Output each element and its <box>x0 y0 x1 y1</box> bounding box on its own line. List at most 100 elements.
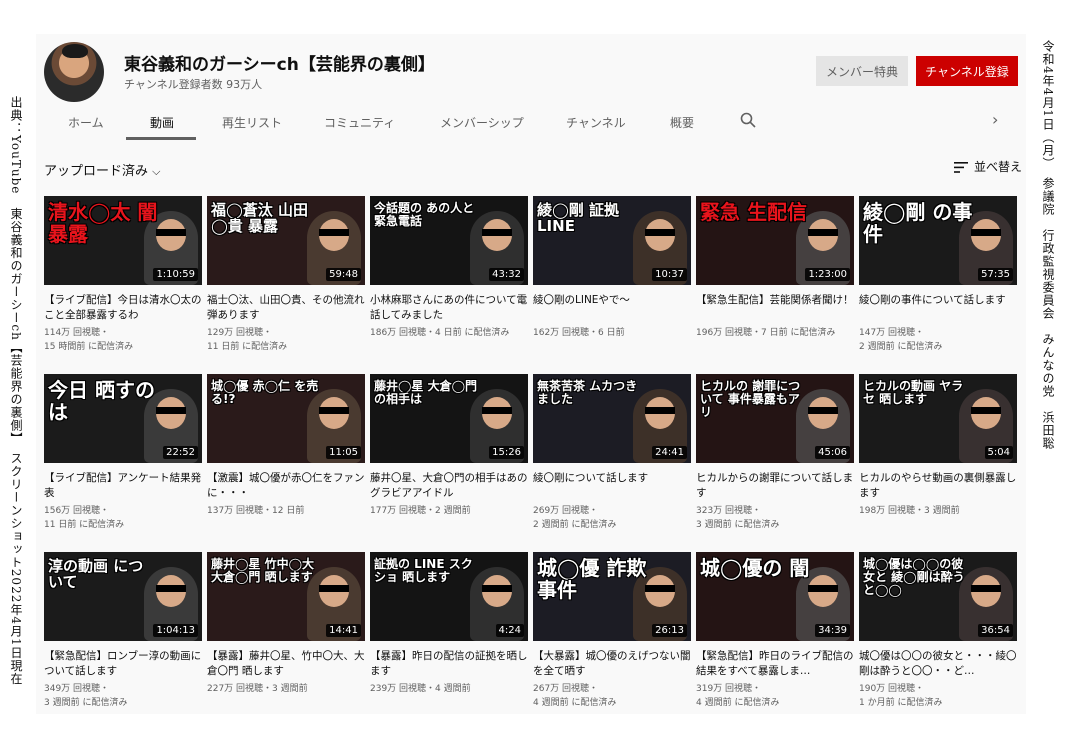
thumbnail-caption: 淳の動画 について <box>48 557 144 592</box>
video-card[interactable]: ヒカルの動画 ヤラセ 晒します 5:04 ヒカルのやらせ動画の裏側暴露します 198万… <box>859 374 1017 518</box>
video-views: 323万 回視聴・ <box>696 506 762 516</box>
video-title[interactable]: 【ライブ配信】今日は清水〇太のこと全部暴露するわ <box>44 293 202 323</box>
membership-button[interactable]: メンバー特典 <box>816 56 908 86</box>
video-views: 186万 回視聴・4 日前 に配信済み <box>370 328 510 338</box>
video-thumbnail[interactable]: 清水◯太 闇暴露 1:10:59 <box>44 196 202 285</box>
video-card[interactable]: 綾◯剛 証拠LINE 10:37 綾〇剛のLINEやで〜 162万 回視聴・6 日前 <box>533 196 691 340</box>
upload-filter-dropdown[interactable]: アップロード済み ⌵ <box>44 160 161 179</box>
channel-title: 東谷義和のガーシーch【芸能界の裏側】 <box>124 55 435 75</box>
video-card[interactable]: 藤井◯星 大倉◯門 の相手は 15:26 藤井〇星、大倉〇門の相手はあのグラビアアイ… <box>370 374 528 518</box>
video-title[interactable]: 【緊急生配信】芸能関係者聞け！ <box>696 293 854 323</box>
video-duration: 1:10:59 <box>153 268 198 281</box>
video-thumbnail[interactable]: ヒカルの動画 ヤラセ 晒します 5:04 <box>859 374 1017 463</box>
video-title[interactable]: 綾〇剛のLINEやで〜 <box>533 293 691 323</box>
video-views: 227万 回視聴・3 週間前 <box>207 684 308 694</box>
video-metadata: 349万 回視聴・ 3 週間前 に配信済み <box>44 682 202 711</box>
video-title[interactable]: 【大暴露】城〇優のえげつない闇を全て晒す <box>533 649 691 679</box>
tab-membership[interactable]: メンバーシップ <box>440 114 524 131</box>
video-age: 3 週間前 に配信済み <box>44 698 128 709</box>
video-views: 267万 回視聴・ <box>533 684 599 694</box>
tab-channels[interactable]: チャンネル <box>566 114 626 131</box>
video-title[interactable]: 綾〇剛の事件について話します <box>859 293 1017 323</box>
video-card[interactable]: 今日 晒すのは 22:52 【ライブ配信】アンケート結果発表 156万 回視聴・ 11 … <box>44 374 202 533</box>
video-card[interactable]: 証拠の LINE スクショ 晒します 4:24 【暴露】昨日の配信の証拠を晒します 2… <box>370 552 528 696</box>
video-duration: 24:41 <box>652 446 687 459</box>
video-thumbnail[interactable]: 綾◯剛 証拠LINE 10:37 <box>533 196 691 285</box>
video-views: 198万 回視聴・3 週間前 <box>859 506 960 516</box>
video-metadata: 114万 回視聴・ 15 時間前 に配信済み <box>44 326 202 355</box>
video-views: 319万 回視聴・ <box>696 684 762 694</box>
video-thumbnail[interactable]: 城◯優 赤◯仁 を売る!? 11:05 <box>207 374 365 463</box>
video-title[interactable]: 小林麻耶さんにあの件について電話してみました <box>370 293 528 323</box>
video-card[interactable]: 城◯優 赤◯仁 を売る!? 11:05 【激震】城〇優が赤〇仁をファンに・・・ 137… <box>207 374 365 518</box>
video-thumbnail[interactable]: 今話題の あの人と 緊急電話 43:32 <box>370 196 528 285</box>
video-thumbnail[interactable]: 証拠の LINE スクショ 晒します 4:24 <box>370 552 528 641</box>
video-duration: 11:05 <box>326 446 361 459</box>
video-card[interactable]: 藤井◯星 竹中◯大 大倉◯門 晒します 14:41 【暴露】藤井〇星、竹中〇大、大倉… <box>207 552 365 696</box>
video-thumbnail[interactable]: 無茶苦茶 ムカつき ました 24:41 <box>533 374 691 463</box>
video-thumbnail[interactable]: 城◯優の 闇 34:39 <box>696 552 854 641</box>
video-card[interactable]: 城◯優の 闇 34:39 【緊急配信】昨日のライブ配信の結果をすべて暴露しま… 319… <box>696 552 854 711</box>
tab-home[interactable]: ホーム <box>68 114 104 131</box>
video-duration: 57:35 <box>978 268 1013 281</box>
thumbnail-caption: ヒカルの 謝罪について 事件暴露もアリ <box>700 379 801 419</box>
video-views: 177万 回視聴・2 週間前 <box>370 506 471 516</box>
tab-about[interactable]: 概要 <box>670 114 694 131</box>
video-title[interactable]: 城〇優は〇〇の彼女と・・・綾〇剛は酔うと〇〇・・ど… <box>859 649 1017 679</box>
tab-playlists[interactable]: 再生リスト <box>222 114 282 131</box>
video-card[interactable]: 淳の動画 について 1:04:13 【緊急配信】ロンブー淳の動画について話します 34… <box>44 552 202 711</box>
video-title[interactable]: 【ライブ配信】アンケート結果発表 <box>44 471 202 501</box>
video-metadata: 196万 回視聴・7 日前 に配信済み <box>696 326 854 340</box>
video-duration: 10:37 <box>652 268 687 281</box>
video-thumbnail[interactable]: 藤井◯星 竹中◯大 大倉◯門 晒します 14:41 <box>207 552 365 641</box>
video-thumbnail[interactable]: 緊急 生配信 1:23:00 <box>696 196 854 285</box>
video-title[interactable]: 【暴露】昨日の配信の証拠を晒します <box>370 649 528 679</box>
video-duration: 4:24 <box>495 624 524 637</box>
video-views: 114万 回視聴・ <box>44 328 110 338</box>
video-card[interactable]: 無茶苦茶 ムカつき ました 24:41 綾〇剛について話します 269万 回視聴・ 2 … <box>533 374 691 533</box>
video-metadata: 129万 回視聴・ 11 日前 に配信済み <box>207 326 365 355</box>
video-card[interactable]: 城◯優 詐欺事件 26:13 【大暴露】城〇優のえげつない闇を全て晒す 267万 回視… <box>533 552 691 711</box>
video-title[interactable]: 【暴露】藤井〇星、竹中〇大、大倉〇門 晒します <box>207 649 365 679</box>
subscribe-button[interactable]: チャンネル登録 <box>916 56 1018 86</box>
video-thumbnail[interactable]: 藤井◯星 大倉◯門 の相手は 15:26 <box>370 374 528 463</box>
video-card[interactable]: 福◯蒼汰 山田◯貴 暴露 59:48 福士〇汰、山田〇貴、その他流れ弾あります 129… <box>207 196 365 355</box>
tab-videos[interactable]: 動画 <box>150 114 174 131</box>
video-thumbnail[interactable]: 城◯優は◯◯の彼女と 綾◯剛は酔うと◯◯ 36:54 <box>859 552 1017 641</box>
search-icon[interactable] <box>740 112 756 128</box>
video-thumbnail[interactable]: 城◯優 詐欺事件 26:13 <box>533 552 691 641</box>
video-thumbnail[interactable]: 今日 晒すのは 22:52 <box>44 374 202 463</box>
video-title[interactable]: 【激震】城〇優が赤〇仁をファンに・・・ <box>207 471 365 501</box>
video-card[interactable]: ヒカルの 謝罪について 事件暴露もアリ 45:06 ヒカルからの謝罪について話します… <box>696 374 854 533</box>
chevron-right-icon[interactable]: › <box>992 110 998 129</box>
channel-avatar[interactable] <box>44 42 104 102</box>
video-title[interactable]: 綾〇剛について話します <box>533 471 691 501</box>
video-card[interactable]: 今話題の あの人と 緊急電話 43:32 小林麻耶さんにあの件について電話してみまし… <box>370 196 528 340</box>
sort-button[interactable]: 並べ替え <box>954 158 1022 175</box>
video-duration: 59:48 <box>326 268 361 281</box>
thumbnail-caption: 清水◯太 闇暴露 <box>48 200 158 246</box>
video-thumbnail[interactable]: 綾◯剛 の事件 57:35 <box>859 196 1017 285</box>
video-card[interactable]: 綾◯剛 の事件 57:35 綾〇剛の事件について話します 147万 回視聴・ 2 週間前… <box>859 196 1017 355</box>
thumbnail-caption: 今話題の あの人と 緊急電話 <box>374 201 475 228</box>
tab-community[interactable]: コミュニティ <box>324 114 395 131</box>
video-title[interactable]: 【緊急配信】昨日のライブ配信の結果をすべて暴露しま… <box>696 649 854 679</box>
video-card[interactable]: 城◯優は◯◯の彼女と 綾◯剛は酔うと◯◯ 36:54 城〇優は〇〇の彼女と・・・綾〇… <box>859 552 1017 711</box>
video-thumbnail[interactable]: ヒカルの 謝罪について 事件暴露もアリ 45:06 <box>696 374 854 463</box>
video-thumbnail[interactable]: 淳の動画 について 1:04:13 <box>44 552 202 641</box>
video-card[interactable]: 清水◯太 闇暴露 1:10:59 【ライブ配信】今日は清水〇太のこと全部暴露するわ 1… <box>44 196 202 355</box>
video-title[interactable]: 【緊急配信】ロンブー淳の動画について話します <box>44 649 202 679</box>
video-duration: 1:23:00 <box>805 268 850 281</box>
thumbnail-caption: 緊急 生配信 <box>700 200 807 224</box>
sort-label: 並べ替え <box>974 160 1023 174</box>
active-tab-indicator <box>126 137 196 140</box>
thumbnail-caption: 城◯優 赤◯仁 を売る!? <box>211 379 319 406</box>
video-thumbnail[interactable]: 福◯蒼汰 山田◯貴 暴露 59:48 <box>207 196 365 285</box>
video-card[interactable]: 緊急 生配信 1:23:00 【緊急生配信】芸能関係者聞け！ 196万 回視聴・7 日… <box>696 196 854 340</box>
video-title[interactable]: ヒカルからの謝罪について話します <box>696 471 854 501</box>
video-title[interactable]: 福士〇汰、山田〇貴、その他流れ弾あります <box>207 293 365 323</box>
thumbnail-caption: 無茶苦茶 ムカつき ました <box>537 379 638 406</box>
video-duration: 22:52 <box>163 446 198 459</box>
video-title[interactable]: ヒカルのやらせ動画の裏側暴露します <box>859 471 1017 501</box>
video-title[interactable]: 藤井〇星、大倉〇門の相手はあのグラビアアイドル <box>370 471 528 501</box>
